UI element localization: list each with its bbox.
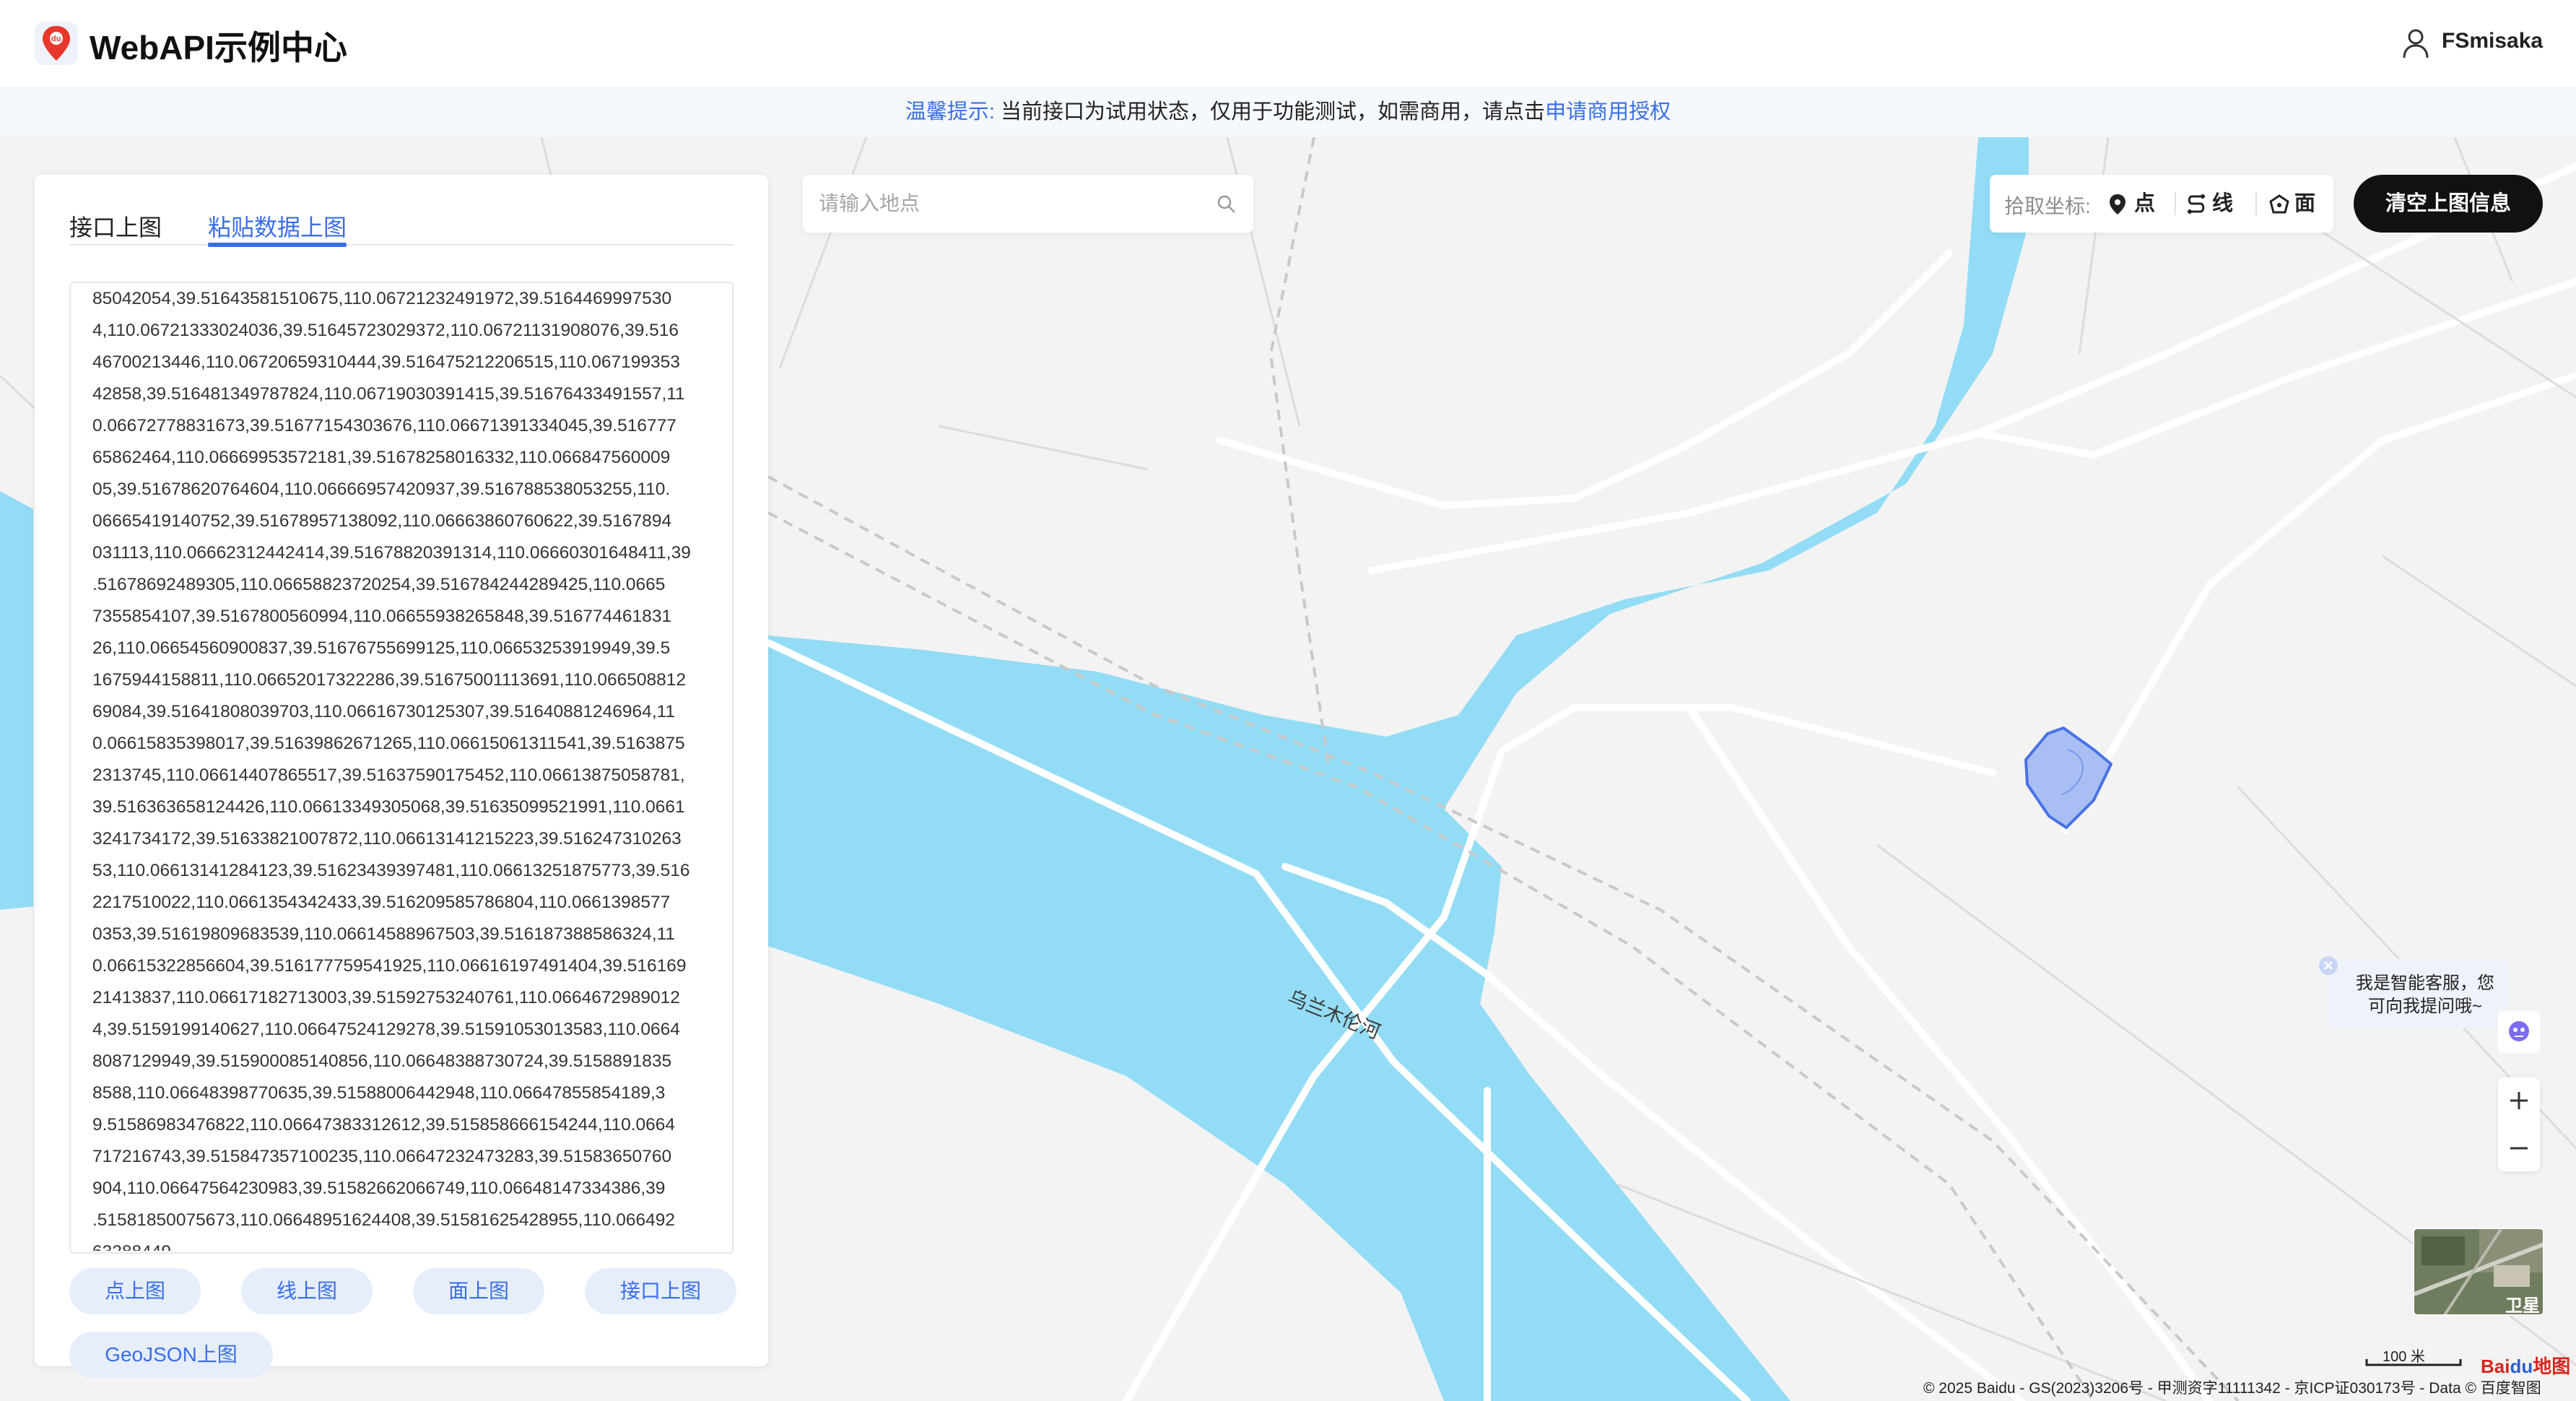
notice-bar: 温馨提示: 当前接口为试用状态，仅用于功能测试，如需商用，请点击申请商用授权 [0,87,2576,137]
apply-license-link[interactable]: 申请商用授权 [1545,100,1671,123]
pick-polygon-button[interactable]: 面 [2268,185,2329,222]
tab-api-upload[interactable]: 接口上图 [69,209,162,243]
data-line: 42858,39.516481349787824,110.06719030391… [92,384,685,404]
polygon-icon [2269,194,2289,214]
data-textarea-content[interactable]: 85042054,39.51643581510675,110.067212324… [85,283,735,1251]
data-line: 1675944158811,110.06652017322286,39.5167… [92,670,687,690]
clear-upload-button[interactable]: 清空上图信息 [2354,175,2543,233]
data-line: 8588,110.06648398770635,39.5158800644294… [92,1083,666,1103]
user-name[interactable]: FSmisaka [2442,29,2543,53]
place-search-input[interactable] [819,186,1194,221]
picker-separator [2255,192,2257,215]
data-line: 904,110.06647564230983,39.51582662066749… [92,1179,666,1198]
line-upload-button[interactable]: 线上图 [241,1268,373,1314]
notice-label: 温馨提示: [905,100,995,123]
geojson-upload-button[interactable]: GeoJSON上图 [69,1332,273,1378]
data-line: 031113,110.06662312442414,39.51678820391… [92,543,691,563]
data-line: 63288449 [92,1236,728,1251]
drawn-polygon-shape [2024,726,2112,829]
satellite-label: 卫星 [2505,1296,2540,1316]
data-line: 7355854107,39.5167800560994,110.06655938… [92,607,672,626]
road-f [1686,704,2213,1401]
data-line: 3241734172,39.51633821007872,110.0661314… [92,829,682,849]
data-line: 21413837,110.06617182713003,39.515927532… [92,988,680,1007]
data-line: 8087129949,39.515900085140856,110.066483… [92,1051,672,1071]
point-upload-button[interactable]: 点上图 [69,1268,201,1314]
satellite-toggle[interactable]: 卫星 [2413,1228,2544,1316]
data-line: .51581850075673,110.06648951624408,39.51… [92,1210,676,1230]
app-title: WebAPI示例中心 [90,29,347,66]
tab-paste-data-upload[interactable]: 粘贴数据上图 [208,209,347,243]
header-bar: du WebAPI示例中心 FSmisaka [0,0,2576,87]
picker-label: 拾取坐标: [2004,195,2091,217]
baidu-logo-red: Bai [2481,1356,2510,1377]
baidu-logo-blue: du [2510,1356,2533,1377]
place-search-box [803,175,1253,233]
pick-polygon-label: 面 [2294,192,2316,215]
active-tab-indicator [208,243,347,247]
data-line: 0.06672778831673,39.51677154303676,110.0… [92,416,676,435]
polyline-icon [2188,194,2205,214]
road-g [2061,372,2576,834]
assistant-bubble[interactable]: 我是智能客服，您可向我提问哦~ [2328,959,2508,1028]
data-line: 53,110.06613141284123,39.51623439397481,… [92,861,690,880]
location-pin-icon [2110,194,2125,214]
data-line: 39.516363658124426,110.06613349305068,39… [92,797,685,817]
baidu-logo-suffix: 地图 [2533,1356,2571,1377]
close-icon[interactable] [2318,955,2339,976]
scale-label: 100 米 [2383,1349,2425,1365]
data-line: 2217510022,110.0661354342433,39.51620958… [92,893,671,912]
svg-text:du: du [51,35,61,43]
data-line: 26,110.06654560900837,39.51676755699125,… [92,638,671,658]
baidu-map-logo-icon: du [35,22,78,65]
data-line: 9.51586983476822,110.06647383312612,39.5… [92,1115,676,1135]
data-line: 06665419140752,39.51678957138092,110.066… [92,511,672,531]
assistant-robot-icon[interactable] [2498,1011,2540,1053]
api-upload-button[interactable]: 接口上图 [585,1268,736,1314]
pick-line-label: 线 [2212,192,2234,215]
data-line: .51678692489305,110.06658823720254,39.51… [92,575,666,594]
panel-tabs: 接口上图 粘贴数据上图 [69,194,734,247]
map-copyright: © 2025 Baidu - GS(2023)3206号 - 甲测资字11111… [1923,1380,2541,1397]
data-line: 4,39.5159199140627,110.06647524129278,39… [92,1020,680,1039]
upload-panel: 接口上图 粘贴数据上图 85042054,39.51643581510675,1… [35,175,768,1378]
river-water-left [0,491,33,910]
data-line: 46700213446,110.06720659310444,39.516475… [92,352,680,372]
polygon-upload-button[interactable]: 面上图 [413,1268,544,1314]
data-line: 85042054,39.51643581510675,110.067212324… [92,289,672,308]
road-e [1975,278,2576,459]
data-line: 2313745,110.06614407865517,39.5163759017… [92,765,685,785]
search-icon[interactable] [1216,194,1236,214]
assistant-text: 我是智能客服，您可向我提问哦~ [2356,973,2494,1016]
pick-point-label: 点 [2134,192,2156,215]
zoom-in-icon[interactable] [2498,1077,2540,1124]
user-icon[interactable] [2401,27,2430,59]
zoom-out-icon[interactable] [2498,1125,2540,1171]
zoom-control [2498,1077,2540,1171]
data-line: 69084,39.51641808039703,110.066167301253… [92,702,676,721]
pick-line-button[interactable]: 线 [2186,185,2247,222]
data-line: 717216743,39.515847357100235,110.0664723… [92,1147,672,1166]
data-line: 0.06615835398017,39.51639862671265,110.0… [92,734,685,753]
picker-separator [2175,192,2176,215]
data-line: 05,39.51678620764604,110.06666957420937,… [92,480,671,499]
data-line: 65862464,110.06669953572181,39.516782580… [92,448,671,467]
data-line: 4,110.06721333024036,39.51645723029372,1… [92,321,679,340]
baidu-map-logo: Baidu地图 [2481,1352,2570,1379]
notice-text: 当前接口为试用状态，仅用于功能测试，如需商用，请点击 [1001,100,1546,123]
coordinate-picker-toolbar: 拾取坐标: 点 线 面 [1990,175,2333,233]
pick-point-button[interactable]: 点 [2108,185,2169,222]
data-line: 0353,39.51619809683539,110.0661458896750… [92,924,676,944]
data-line: 0.06615322856604,39.516177759541925,110.… [92,956,687,976]
